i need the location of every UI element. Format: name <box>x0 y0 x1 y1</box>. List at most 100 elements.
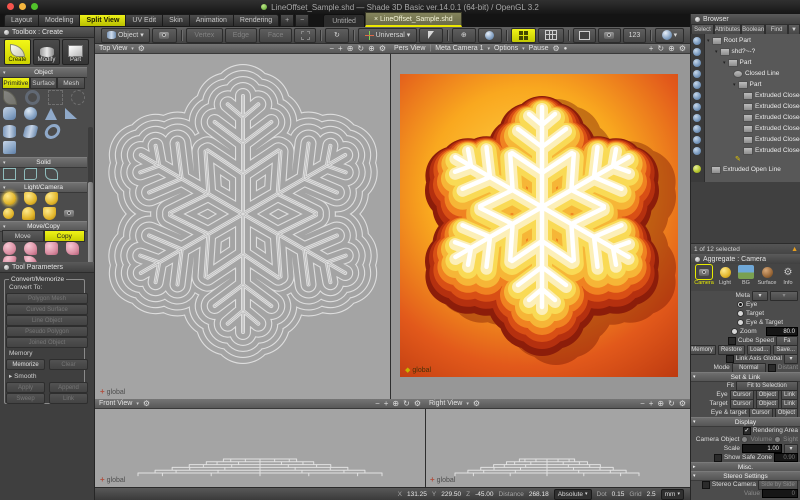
rotate-view-icon[interactable]: ↻ <box>657 45 664 53</box>
part-mode-button[interactable]: Part <box>62 39 89 65</box>
stereo-value-field[interactable]: 0 <box>762 489 798 498</box>
viewport-divider-vertical-bottom[interactable] <box>425 409 426 487</box>
zoom-out-icon[interactable]: − <box>640 400 645 408</box>
magnifier-icon[interactable]: ⊕ <box>668 45 675 53</box>
memory-dropdown-button[interactable]: Memory <box>690 345 716 355</box>
sphere-tool-icon[interactable] <box>24 107 37 120</box>
record-icon[interactable]: ● <box>564 46 568 52</box>
point-light-tool-icon[interactable] <box>3 208 14 219</box>
tree-row[interactable]: Extruded Closed <box>743 112 800 123</box>
torus-tool-icon[interactable] <box>43 124 62 139</box>
aggregate-tab-bg[interactable]: BG <box>736 265 756 289</box>
visibility-toggle[interactable] <box>693 136 701 144</box>
load-button[interactable]: Load... <box>747 345 771 355</box>
workspace-add-button[interactable]: + <box>280 14 294 27</box>
zoom-in-icon[interactable]: + <box>384 400 389 408</box>
visibility-toggle[interactable] <box>693 103 701 111</box>
modify-mode-button[interactable]: Modify <box>33 39 60 65</box>
memorize-button[interactable]: Memorize <box>6 359 45 370</box>
cone-tool-icon[interactable] <box>45 108 57 120</box>
clear-button[interactable]: Clear <box>49 359 88 370</box>
pers-options-menu[interactable]: Options <box>494 45 518 52</box>
tree-row[interactable]: Extruded Closed <box>743 101 800 112</box>
append-button[interactable]: Append <box>49 382 88 393</box>
camera-tool-icon[interactable] <box>64 210 74 217</box>
view-menu-icon[interactable]: ▾ <box>131 46 134 52</box>
tree-row[interactable]: ▾Part <box>723 57 751 68</box>
ambient-light-tool-icon[interactable] <box>43 207 56 220</box>
solid-sweep-tool-icon[interactable] <box>45 168 58 180</box>
dashed-circle-tool-icon[interactable] <box>71 90 85 105</box>
tab-uv-edit[interactable]: UV Edit <box>125 14 162 27</box>
tree-row[interactable]: Extruded Closed <box>743 90 800 101</box>
grid-settings-button[interactable] <box>538 28 564 43</box>
pers-viewport[interactable]: ◆ global <box>390 54 690 399</box>
chevron-down-icon[interactable]: ▾ <box>522 46 525 52</box>
rendering-area-checkbox[interactable]: ✓ <box>743 427 751 435</box>
pause-button[interactable]: Pause <box>529 45 549 52</box>
convert-polygon-mesh-button[interactable]: Polygon Mesh <box>6 293 88 304</box>
link-axis-checkbox[interactable] <box>726 355 734 363</box>
eye-target-object-button[interactable]: Object <box>775 408 798 418</box>
zoom-out-icon[interactable]: − <box>375 400 380 408</box>
camera-selector[interactable]: Meta Camera 1 <box>435 45 483 52</box>
convert-joined-object-button[interactable]: Joined Object <box>6 337 88 348</box>
tree-row[interactable]: Extruded Closed <box>743 123 800 134</box>
mode-dropdown[interactable]: Normal <box>732 363 766 373</box>
edge-mode-button[interactable]: Edge <box>225 28 258 43</box>
wedge-tool-icon[interactable] <box>65 108 77 119</box>
insertion-cursor[interactable]: ✎ <box>735 155 741 163</box>
copy-button[interactable]: Copy <box>44 230 86 242</box>
move-button[interactable]: Move <box>2 230 44 242</box>
universal-manipulator-button[interactable]: Universal ▾ <box>358 28 417 43</box>
tree-row[interactable]: ▾shd?~-? <box>715 46 755 57</box>
convert-pseudo-polygon-button[interactable]: Pseudo Polygon <box>6 326 88 337</box>
link-button[interactable]: Link <box>49 393 88 404</box>
oblique-cylinder-tool-icon[interactable] <box>22 125 38 138</box>
sight-radio[interactable] <box>774 436 781 443</box>
area-light-tool-icon[interactable] <box>22 207 35 220</box>
minimize-window-button[interactable] <box>19 3 26 10</box>
cylinder-tool-icon[interactable] <box>3 125 16 138</box>
convert-line-object-button[interactable]: Line Object <box>6 315 88 326</box>
material-preview-button[interactable]: ▾ <box>655 28 684 43</box>
tab-rendering[interactable]: Rendering <box>233 14 279 27</box>
tree-row[interactable]: Extruded Closed <box>743 145 800 156</box>
aggregate-tab-camera[interactable]: Camera <box>694 265 714 289</box>
tab-layout[interactable]: Layout <box>4 14 38 27</box>
create-mode-button[interactable]: Create <box>4 39 31 65</box>
top-viewport[interactable]: + global <box>95 54 390 399</box>
box-tool-icon[interactable] <box>3 141 16 154</box>
select-region-button[interactable] <box>294 28 316 43</box>
visibility-toggle[interactable] <box>693 92 701 100</box>
zoom-value-field[interactable]: 80.0 <box>766 327 798 336</box>
copy-mirror-tool-icon[interactable] <box>66 242 79 255</box>
view-options-icon[interactable]: ⚙ <box>679 45 686 53</box>
preview-display-button[interactable] <box>573 28 596 43</box>
stereo-camera-checkbox[interactable] <box>702 481 710 489</box>
meta-value-dropdown[interactable]: ▾ <box>770 291 798 301</box>
magnifier-icon[interactable]: ⊕ <box>657 400 664 408</box>
visibility-toggle[interactable] <box>693 70 701 78</box>
rotate-view-icon[interactable]: ↻ <box>668 400 675 408</box>
magnifier-icon[interactable]: ⊕ <box>392 400 399 408</box>
view-options-icon[interactable]: ⚙ <box>414 400 421 408</box>
fan-tool-icon[interactable] <box>3 90 17 105</box>
maximize-window-button[interactable] <box>31 3 38 10</box>
eye-target-cursor-button[interactable]: Cursor <box>749 408 773 418</box>
collapse-icon[interactable]: ▸ <box>9 373 12 380</box>
tab-surface[interactable]: Surface <box>30 77 58 89</box>
rounded-box-tool-icon[interactable] <box>3 107 16 120</box>
solid-lathe-tool-icon[interactable] <box>24 168 37 180</box>
safe-zone-checkbox[interactable] <box>714 454 722 462</box>
copy-scale-tool-icon[interactable] <box>45 242 58 255</box>
link-axis-dropdown[interactable]: ▾ <box>784 354 798 364</box>
zoom-radio[interactable] <box>731 328 738 335</box>
zoom-in-icon[interactable]: + <box>649 400 654 408</box>
view-gear-icon[interactable]: ⚙ <box>143 400 150 408</box>
stereo-mode-dropdown[interactable]: Side by Side <box>758 480 798 490</box>
unit-dropdown[interactable]: mm▾ <box>661 489 684 500</box>
doc-tab-active[interactable]: × LineOffset_Sample.shd <box>365 12 462 27</box>
tree-row[interactable]: Extruded Open Line <box>711 164 781 175</box>
visibility-toggle[interactable] <box>693 125 701 133</box>
